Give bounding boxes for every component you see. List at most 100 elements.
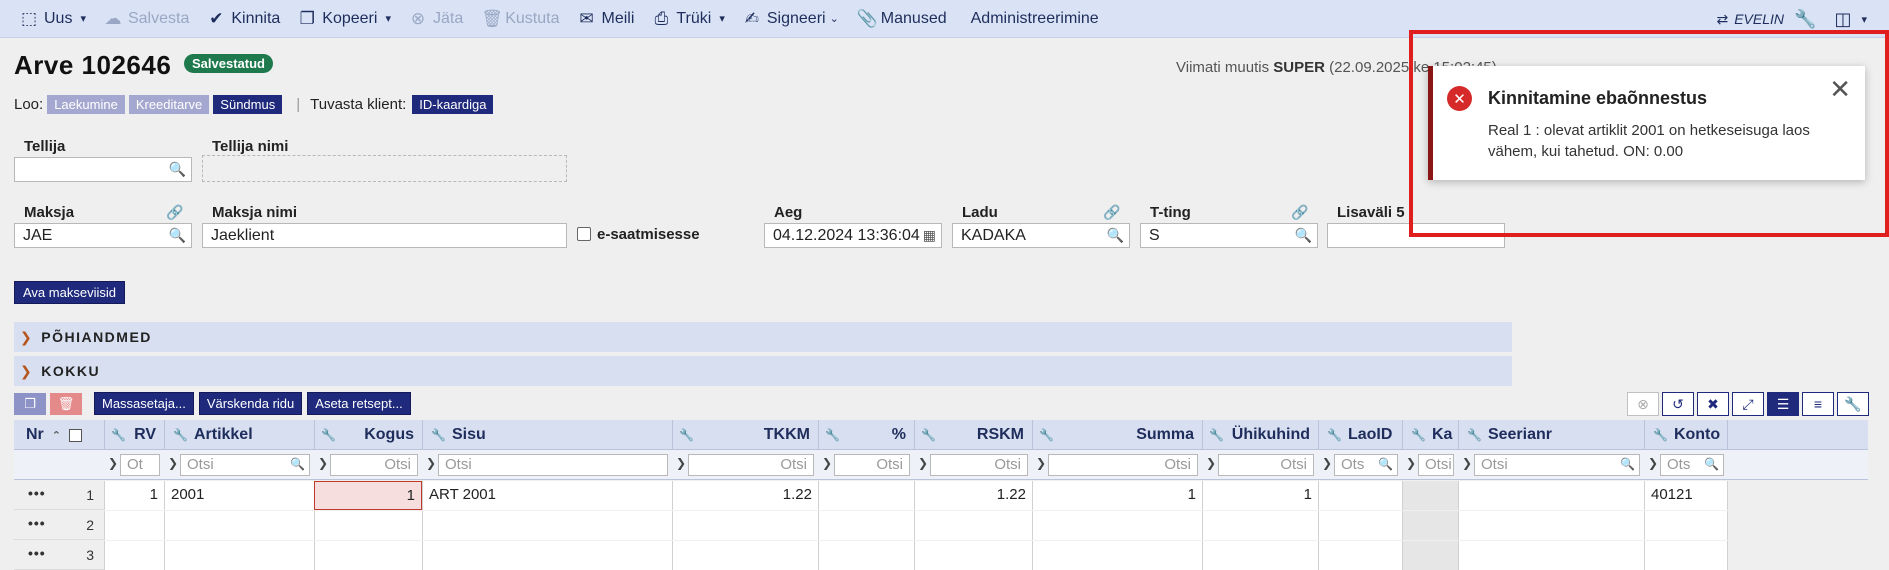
cell-rv[interactable] [104, 541, 164, 570]
chevron-down-icon[interactable]: ▾ [1861, 13, 1867, 26]
wrench-icon[interactable]: 🔧 [1794, 9, 1816, 30]
tting-input[interactable]: S 🔍 [1140, 223, 1318, 248]
cell-sisu[interactable] [422, 541, 672, 570]
e-saatmine-checkbox[interactable] [577, 227, 591, 241]
maksja-input[interactable]: JAE 🔍 [14, 223, 192, 248]
delete-rows-button[interactable]: 🗑 [50, 392, 82, 415]
more-icon[interactable]: ••• [28, 515, 46, 531]
copy-rows-button[interactable]: ❐ [14, 392, 46, 415]
administration-button[interactable]: Administreerimine [957, 0, 1109, 38]
attachments-button[interactable]: 📎 Manused [849, 0, 957, 38]
create-credit-invoice-button[interactable]: Kreeditarve [128, 95, 210, 114]
cell-rv[interactable]: 1 [104, 481, 164, 510]
table-row[interactable]: ••• 2 [14, 511, 1728, 540]
search-icon[interactable]: 🔍 [1107, 227, 1124, 244]
column-uhikuhind[interactable]: 🔧 Ühikuhind [1202, 420, 1318, 450]
column-sisu[interactable]: 🔧 Sisu [422, 420, 672, 450]
save-button[interactable]: ☁ Salvesta [96, 0, 199, 38]
open-payment-methods-button[interactable]: Ava makseviisid [14, 281, 125, 304]
cell-seerianr[interactable] [1458, 541, 1644, 570]
chevron-right-icon[interactable]: ❯ [1462, 456, 1472, 470]
cell-uhikuhind[interactable] [1202, 511, 1318, 540]
table-row[interactable]: ••• 1 1 2001 1 ART 2001 1.22 1.22 1 1 401… [14, 481, 1728, 510]
cell-kogus[interactable] [314, 541, 422, 570]
chevron-right-icon[interactable]: ❯ [676, 456, 686, 470]
chevron-right-icon[interactable]: ❯ [1206, 456, 1216, 470]
search-icon[interactable]: 🔍 [1378, 457, 1393, 471]
search-icon[interactable]: 🔍 [1704, 457, 1719, 471]
section-kokku[interactable]: ❯ KOKKU [14, 356, 1512, 386]
sort-up-icon[interactable]: ⌃ [52, 429, 61, 442]
column-seerianr[interactable]: 🔧 Seerianr [1458, 420, 1644, 450]
cell-konto[interactable] [1644, 511, 1728, 540]
cell-kogus[interactable] [314, 511, 422, 540]
cell-rskm[interactable] [914, 511, 1032, 540]
excel-export-button[interactable]: ✖ [1697, 392, 1729, 416]
column-percent[interactable]: 🔧% [818, 420, 914, 450]
cell-seerianr[interactable] [1458, 511, 1644, 540]
column-laoid[interactable]: 🔧 LaoID [1318, 420, 1402, 450]
chevron-right-icon[interactable]: ❯ [822, 456, 832, 470]
link-icon[interactable]: 🔗 [1291, 204, 1308, 221]
chevron-right-icon[interactable]: ❯ [318, 456, 328, 470]
column-kogus[interactable]: 🔧 Kogus [314, 420, 422, 450]
chevron-right-icon[interactable]: ❯ [1406, 456, 1416, 470]
swap-icon[interactable]: ⇄ [1716, 11, 1728, 28]
column-rskm[interactable]: 🔧 RSKM [914, 420, 1032, 450]
cell-laoid[interactable] [1318, 481, 1402, 510]
cell-percent[interactable] [818, 511, 914, 540]
search-icon[interactable]: 🔍 [290, 457, 305, 471]
confirm-button[interactable]: ✔ Kinnita [199, 0, 290, 38]
calendar-icon[interactable]: ▦ [923, 227, 936, 244]
new-button[interactable]: ⬚ Uus ▾ [0, 0, 96, 38]
search-icon[interactable]: 🔍 [169, 161, 186, 178]
cell-uhikuhind[interactable]: 1 [1202, 481, 1318, 510]
refresh-rows-button[interactable]: Värskenda ridu [198, 392, 303, 415]
cell-rv[interactable] [104, 511, 164, 540]
cell-percent[interactable] [818, 541, 914, 570]
cell-rskm[interactable] [914, 541, 1032, 570]
column-rv[interactable]: 🔧 RV [104, 420, 164, 450]
more-icon[interactable]: ••• [28, 485, 46, 501]
cell-summa[interactable]: 1 [1032, 481, 1202, 510]
cell-tkkm[interactable]: 1.22 [672, 481, 818, 510]
cell-kogus[interactable]: 1 [314, 481, 422, 510]
table-row[interactable]: ••• 3 [14, 541, 1728, 570]
cell-laoid[interactable] [1318, 511, 1402, 540]
undo-button[interactable]: ↺ [1662, 392, 1694, 416]
ladu-input[interactable]: KADAKA 🔍 [952, 223, 1130, 248]
discard-button[interactable]: ⊗ Jäta [401, 0, 473, 38]
mass-set-button[interactable]: Massasetaja... [94, 392, 194, 415]
expand-button[interactable]: ⤢ [1732, 392, 1764, 416]
cell-summa[interactable] [1032, 541, 1202, 570]
cell-sisu[interactable]: ART 2001 [422, 481, 672, 510]
cell-artikkel[interactable] [164, 541, 314, 570]
column-konto[interactable]: 🔧 Konto [1644, 420, 1728, 450]
column-tkkm[interactable]: 🔧 TKKM [672, 420, 818, 450]
clear-filter-button[interactable]: ⊗ [1627, 392, 1659, 416]
cell-konto[interactable] [1644, 541, 1728, 570]
tellija-nimi-input[interactable] [202, 155, 567, 182]
more-icon[interactable]: ••• [28, 545, 46, 561]
wide-view-button[interactable]: ≡ [1802, 392, 1834, 416]
email-button[interactable]: ✉ Meili [569, 0, 644, 38]
cell-percent[interactable] [818, 481, 914, 510]
sign-button[interactable]: ✍ Signeeri ⌄ [735, 0, 849, 38]
close-icon[interactable]: ✕ [1829, 76, 1851, 102]
chevron-right-icon[interactable]: ❯ [108, 456, 118, 470]
compact-view-button[interactable]: ☰ [1767, 392, 1799, 416]
select-all-checkbox[interactable] [69, 428, 82, 442]
print-button[interactable]: ⎙ Trüki ▾ [644, 0, 735, 38]
search-icon[interactable]: 🔍 [1295, 227, 1312, 244]
cell-summa[interactable] [1032, 511, 1202, 540]
cell-tkkm[interactable] [672, 511, 818, 540]
copy-button[interactable]: ❐ Kopeeri ▾ [290, 0, 401, 38]
chevron-right-icon[interactable]: ❯ [426, 456, 436, 470]
column-nr[interactable]: Nr ⌃ [14, 420, 104, 450]
create-payment-button[interactable]: Laekumine [47, 95, 125, 114]
tellija-input[interactable]: 🔍 [14, 157, 192, 182]
grid-settings-button[interactable]: 🔧 [1837, 392, 1869, 416]
cell-seerianr[interactable] [1458, 481, 1644, 510]
insert-recipe-button[interactable]: Aseta retsept... [307, 392, 411, 415]
search-icon[interactable]: 🔍 [169, 227, 186, 244]
